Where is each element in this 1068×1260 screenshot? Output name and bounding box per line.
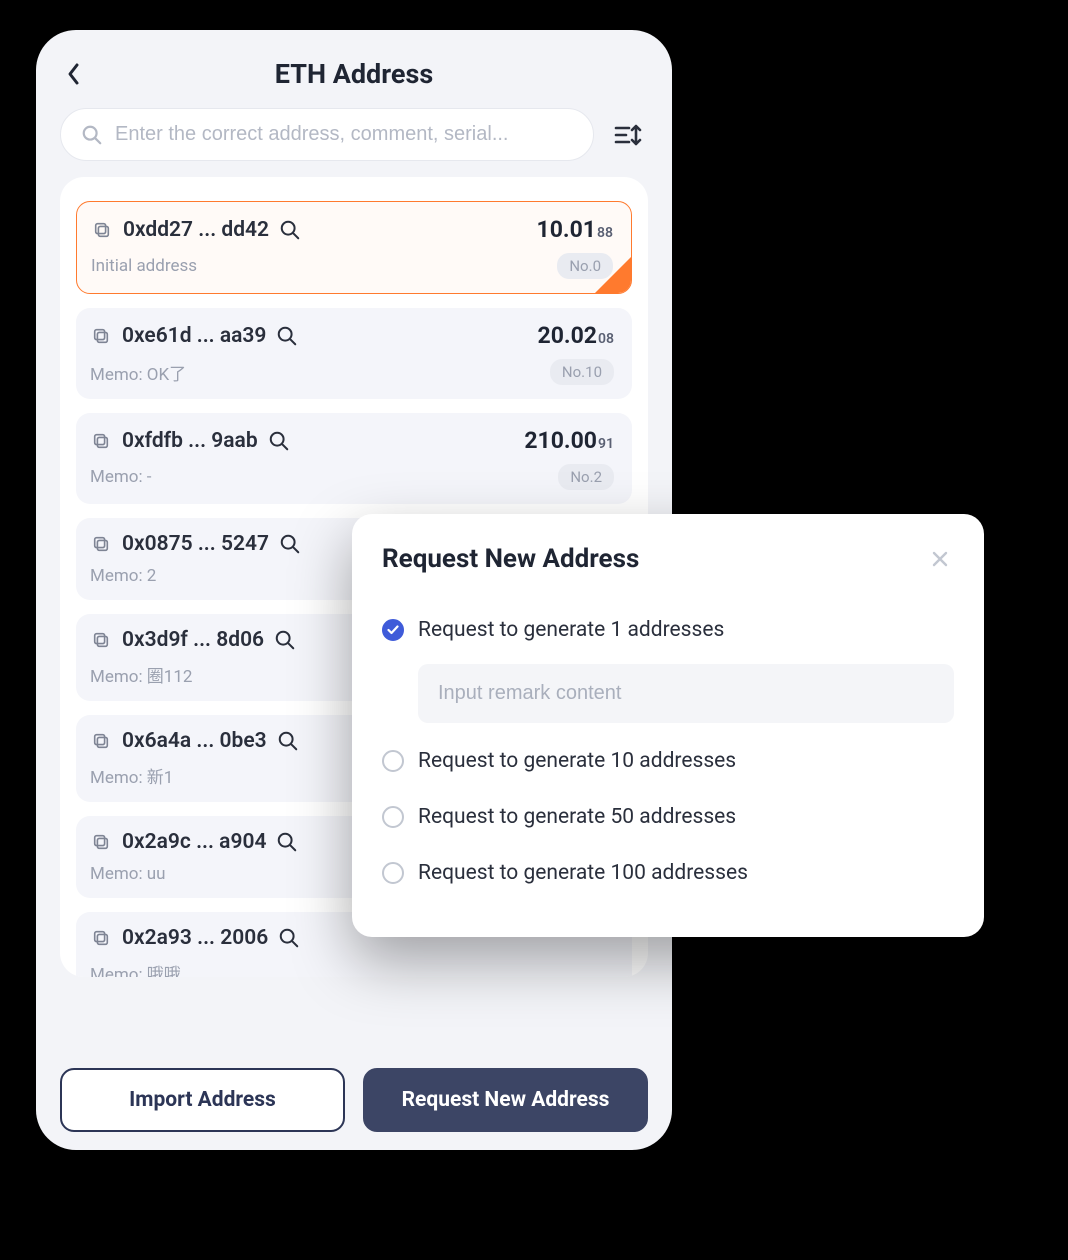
magnifier-icon[interactable]: [274, 629, 296, 651]
copy-icon[interactable]: [90, 831, 112, 853]
address-text: 0x0875 ... 5247: [122, 532, 269, 556]
generate-option[interactable]: Request to generate 50 addresses: [382, 789, 954, 845]
remark-input[interactable]: [438, 682, 934, 705]
memo-text: Initial address: [91, 256, 197, 276]
address-row[interactable]: 0xe61d ... aa39 20.0208 Memo: OK了 No.10: [76, 308, 632, 399]
search-row: [36, 108, 672, 177]
search-icon: [81, 124, 103, 146]
memo-text: Memo: -: [90, 467, 152, 487]
chevron-left-icon: [66, 62, 82, 86]
memo-text: Memo: 新1: [90, 763, 173, 788]
address-row[interactable]: 0xfdfb ... 9aab 210.0091 Memo: - No.2: [76, 413, 632, 504]
radio-icon: [382, 806, 404, 828]
option-label: Request to generate 100 addresses: [418, 861, 748, 885]
generate-option[interactable]: Request to generate 100 addresses: [382, 845, 954, 901]
copy-icon[interactable]: [90, 325, 112, 347]
option-label: Request to generate 10 addresses: [418, 749, 736, 773]
memo-text: Memo: 哦哦: [90, 960, 181, 977]
memo-text: Memo: OK了: [90, 360, 186, 385]
balance: 210.0091: [524, 427, 614, 454]
magnifier-icon[interactable]: [279, 533, 301, 555]
address-text: 0xfdfb ... 9aab: [122, 429, 258, 453]
sort-button[interactable]: [608, 115, 648, 155]
magnifier-icon[interactable]: [276, 831, 298, 853]
modal-options: Request to generate 1 addresses Request …: [382, 602, 954, 901]
magnifier-icon[interactable]: [279, 219, 301, 241]
option-label: Request to generate 1 addresses: [418, 618, 724, 642]
memo-text: Memo: uu: [90, 864, 166, 884]
address-text: 0xe61d ... aa39: [122, 324, 266, 348]
copy-icon[interactable]: [91, 219, 113, 241]
modal-title: Request New Address: [382, 544, 639, 574]
copy-icon[interactable]: [90, 533, 112, 555]
sort-icon: [613, 121, 643, 149]
balance: 10.0188: [537, 216, 613, 243]
back-button[interactable]: [60, 60, 88, 88]
search-input[interactable]: [115, 123, 573, 146]
close-button[interactable]: [926, 545, 954, 573]
copy-icon[interactable]: [90, 927, 112, 949]
magnifier-icon[interactable]: [277, 730, 299, 752]
remark-field[interactable]: [418, 664, 954, 723]
search-box[interactable]: [60, 108, 594, 161]
request-new-address-button[interactable]: Request New Address: [363, 1068, 648, 1132]
page-title: ETH Address: [88, 58, 620, 90]
magnifier-icon[interactable]: [278, 927, 300, 949]
magnifier-icon[interactable]: [276, 325, 298, 347]
address-text: 0x3d9f ... 8d06: [122, 628, 264, 652]
magnifier-icon[interactable]: [268, 430, 290, 452]
serial-badge: No.0: [557, 253, 613, 279]
serial-badge: No.2: [558, 464, 614, 490]
address-row[interactable]: 0xdd27 ... dd42 10.0188 Initial address …: [76, 201, 632, 294]
address-text: 0x6a4a ... 0be3: [122, 729, 267, 753]
close-icon: [930, 549, 950, 569]
address-text: 0x2a93 ... 2006: [122, 926, 268, 950]
address-text: 0x2a9c ... a904: [122, 830, 266, 854]
modal-header: Request New Address: [382, 544, 954, 574]
footer: Import Address Request New Address: [36, 1068, 672, 1132]
memo-text: Memo: 2: [90, 566, 156, 586]
memo-text: Memo: 圈112: [90, 662, 192, 687]
radio-icon: [382, 750, 404, 772]
generate-option[interactable]: Request to generate 10 addresses: [382, 733, 954, 789]
radio-icon: [382, 619, 404, 641]
copy-icon[interactable]: [90, 629, 112, 651]
serial-badge: No.10: [550, 359, 614, 385]
address-text: 0xdd27 ... dd42: [123, 218, 269, 242]
request-new-address-modal: Request New Address Request to generate …: [352, 514, 984, 937]
copy-icon[interactable]: [90, 430, 112, 452]
header: ETH Address: [36, 30, 672, 108]
copy-icon[interactable]: [90, 730, 112, 752]
radio-icon: [382, 862, 404, 884]
option-label: Request to generate 50 addresses: [418, 805, 736, 829]
import-address-button[interactable]: Import Address: [60, 1068, 345, 1132]
generate-option[interactable]: Request to generate 1 addresses: [382, 602, 954, 658]
balance: 20.0208: [538, 322, 614, 349]
